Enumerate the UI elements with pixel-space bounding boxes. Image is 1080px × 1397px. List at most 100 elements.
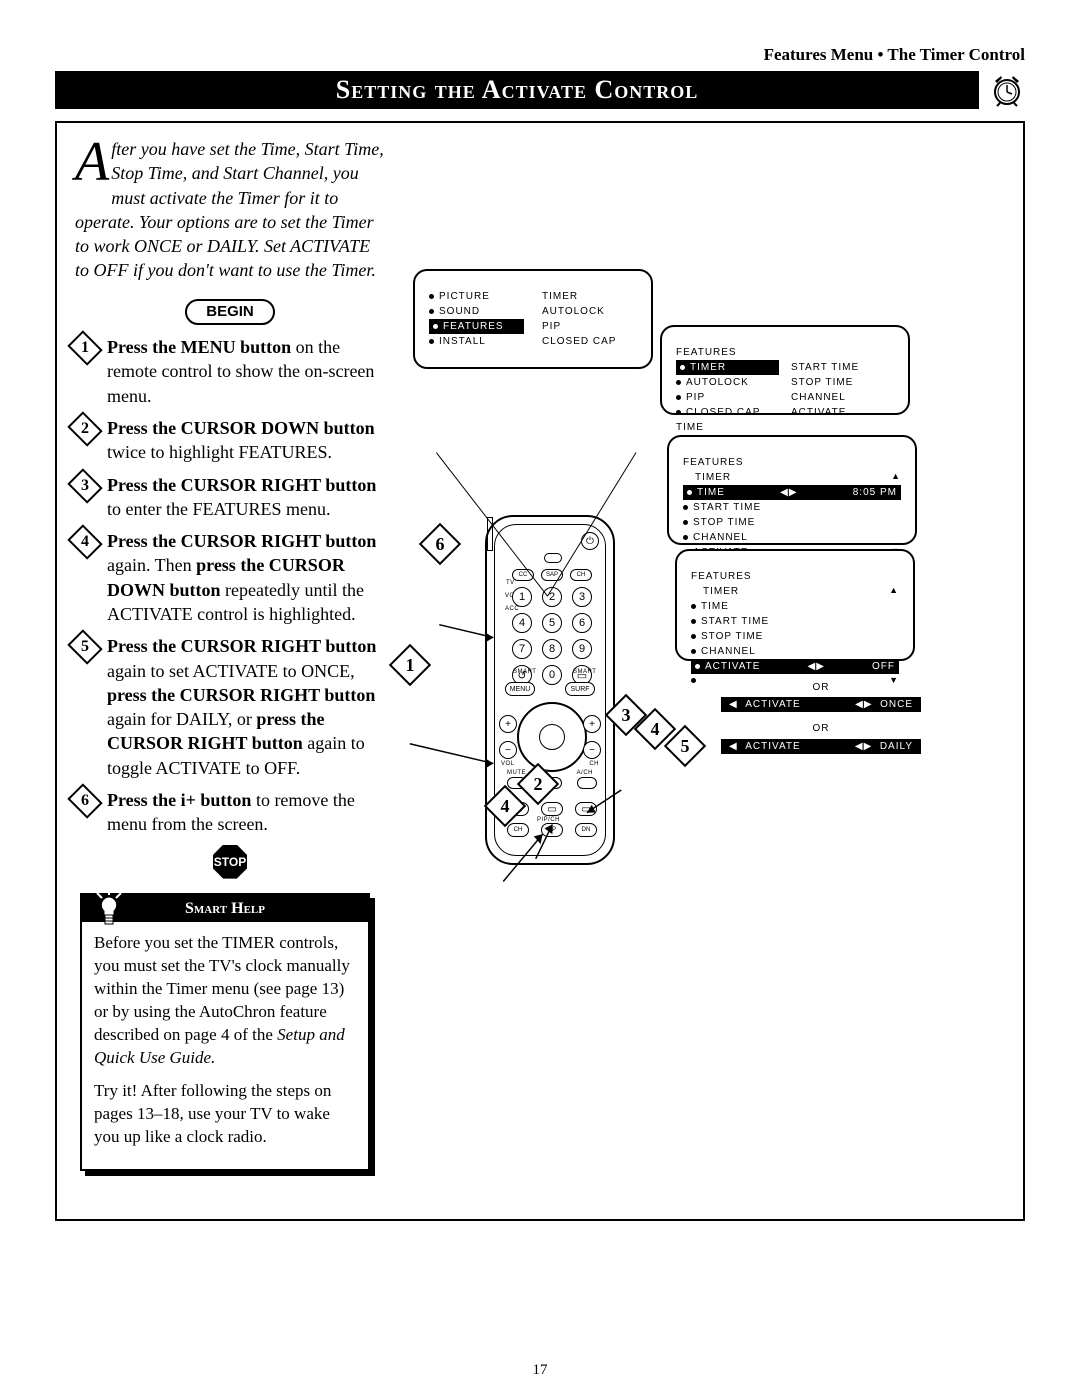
remote-digit-4: 4 xyxy=(512,613,532,633)
step-number-icon: 6 xyxy=(67,783,102,818)
smart-help-box: Smart Help Before you set the TIMER cont… xyxy=(80,893,370,1171)
step-5: 5 Press the CURSOR RIGHT button again to… xyxy=(75,634,385,780)
menu-main-sub-cc: CLOSED CAP xyxy=(542,334,616,349)
features-sub-start: START TIME xyxy=(791,360,859,375)
features-heading: FEATURES xyxy=(676,345,894,360)
timer1-time-value: 8:05 PM xyxy=(853,485,897,500)
remote-pip-dn-button: DN xyxy=(575,823,597,837)
intro-text: fter you have set the Time, Start Time, … xyxy=(75,139,384,280)
menu-main-sub-timer: TIMER xyxy=(542,289,578,304)
remote-vol-down: − xyxy=(499,741,517,759)
timer1-subheading: TIMER xyxy=(695,470,731,485)
menu-main-picture: PICTURE xyxy=(439,289,490,304)
content-frame: After you have set the Time, Start Time,… xyxy=(55,121,1025,1221)
step-5-bold: Press the CURSOR RIGHT button xyxy=(107,636,376,656)
timer1-start: START TIME xyxy=(693,500,761,515)
timer2-time: TIME xyxy=(701,599,729,614)
manual-page: Features Menu • The Timer Control Settin… xyxy=(0,0,1080,1397)
menu-main-sound: SOUND xyxy=(439,304,480,319)
remote-digit-5: 5 xyxy=(542,613,562,633)
timer2-stop: STOP TIME xyxy=(701,629,763,644)
features-sub-channel: CHANNEL xyxy=(791,390,846,405)
begin-marker: BEGIN xyxy=(185,299,275,325)
timer2-activate-value: OFF xyxy=(872,659,895,674)
activate_once_label: ACTIVATE xyxy=(745,699,800,710)
menu-main-features: FEATURES xyxy=(443,319,520,334)
step-2-bold: Press the CURSOR DOWN button xyxy=(107,418,375,438)
remote-pip-ch-button: CH xyxy=(507,823,529,837)
features-item-pip: PIP xyxy=(686,390,705,405)
remote-smart-left-label: SMART xyxy=(513,669,536,675)
step-number-icon: 2 xyxy=(67,411,102,446)
timer1-heading: FEATURES xyxy=(683,455,901,470)
step-number-icon: 1 xyxy=(67,330,102,365)
remote-power-button: ⏻ xyxy=(581,532,599,550)
remote-mute-label: MUTE xyxy=(507,770,526,776)
timer2-activate: ACTIVATE xyxy=(705,659,760,674)
osd-features-menu: FEATURES TIMER AUTOLOCK PIP CLOSED CAP T… xyxy=(660,325,910,415)
remote-sap-button: SAP xyxy=(541,569,563,581)
lightbulb-icon xyxy=(92,889,126,929)
title-row: Setting the Activate Control xyxy=(55,71,1025,109)
step-number-icon: 5 xyxy=(67,630,102,665)
step-5-mid: again to set ACTIVATE to ONCE, xyxy=(107,661,355,681)
timer1-channel: CHANNEL xyxy=(693,530,748,545)
features-item-timer: TIMER xyxy=(690,360,775,375)
menu-main-sub-autolock: AUTOLOCK xyxy=(542,304,605,319)
step-3-bold: Press the CURSOR RIGHT button xyxy=(107,475,376,495)
step-number-icon: 3 xyxy=(67,468,102,503)
step-3: 3 Press the CURSOR RIGHT button to enter… xyxy=(75,473,385,522)
smart-help-p2: Try it! After following the steps on pag… xyxy=(94,1080,356,1149)
up-arrow-icon: ▲ xyxy=(889,584,899,599)
osd-timer-menu-activate: FEATURES TIMER ▲ TIME START TIME STOP TI… xyxy=(675,549,915,661)
remote-digit-1: 1 xyxy=(512,587,532,607)
features-item-cc: CLOSED CAP xyxy=(686,405,760,420)
menu-main-install: INSTALL xyxy=(439,334,486,349)
running-head: Features Menu • The Timer Control xyxy=(55,45,1025,65)
remote-ach-button xyxy=(577,777,597,789)
remote-status-button xyxy=(544,553,562,563)
menu-main-sub-pip: PIP xyxy=(542,319,561,334)
remote-ch-up: + xyxy=(583,715,601,733)
remote-vol-label: VOL xyxy=(501,761,515,767)
features-sub-time: TIME xyxy=(676,420,704,435)
remote-ch-label: CH xyxy=(589,761,599,767)
step-6-bold: Press the i+ button xyxy=(107,790,251,810)
features-sub-stop: STOP TIME xyxy=(791,375,853,390)
page-number: 17 xyxy=(0,1362,1080,1379)
intro-paragraph: After you have set the Time, Start Time,… xyxy=(75,137,385,283)
page-title: Setting the Activate Control xyxy=(55,71,979,109)
instructions-column: After you have set the Time, Start Time,… xyxy=(75,137,385,1197)
step-1: 1 Press the MENU button on the remote co… xyxy=(75,335,385,408)
step-2-rest: twice to highlight FEATURES. xyxy=(107,442,332,462)
timer2-channel: CHANNEL xyxy=(701,644,756,659)
figure-column: PICTURE SOUND FEATURES INSTALL TIMER AUT… xyxy=(395,137,1005,1197)
osd-main-menu: PICTURE SOUND FEATURES INSTALL TIMER AUT… xyxy=(413,269,653,369)
step-3-rest: to enter the FEATURES menu. xyxy=(107,499,330,519)
remote-cc-button: CC xyxy=(512,569,534,581)
remote-ch-button: CH xyxy=(570,569,592,581)
remote-digit-2: 2 xyxy=(542,587,562,607)
step-6: 6 Press the i+ button to remove the menu… xyxy=(75,788,385,837)
timer2-start: START TIME xyxy=(701,614,769,629)
remote-menu-button: MENU xyxy=(505,682,535,696)
smart-help-title: Smart Help xyxy=(82,895,368,923)
activate-once-value: ONCE xyxy=(880,699,913,710)
activate-once-row: ◀ ACTIVATE ◀▶ ONCE xyxy=(721,697,921,712)
remote-digit-0: 0 xyxy=(542,665,562,685)
alarm-clock-icon xyxy=(989,73,1025,107)
step-1-bold: Press the MENU button xyxy=(107,337,291,357)
step-4: 4 Press the CURSOR RIGHT button again. T… xyxy=(75,529,385,626)
timer2-subheading: TIMER xyxy=(703,584,739,599)
activate-daily-value: DAILY xyxy=(880,741,913,752)
remote-digit-8: 8 xyxy=(542,639,562,659)
up-arrow-icon: ▲ xyxy=(891,470,901,485)
remote-cursor-ring xyxy=(517,702,587,772)
or-label-2: OR xyxy=(721,723,921,734)
remote-vol-up: + xyxy=(499,715,517,733)
activate-daily-row: ◀ ACTIVATE ◀▶ DAILY xyxy=(721,739,921,754)
osd-timer-menu-time: FEATURES TIMER ▲ TIME◀▶8:05 PM START TIM… xyxy=(667,435,917,545)
timer1-stop: STOP TIME xyxy=(693,515,755,530)
remote-surf-button: SURF xyxy=(565,682,595,696)
activate-daily-label: ACTIVATE xyxy=(745,741,800,752)
